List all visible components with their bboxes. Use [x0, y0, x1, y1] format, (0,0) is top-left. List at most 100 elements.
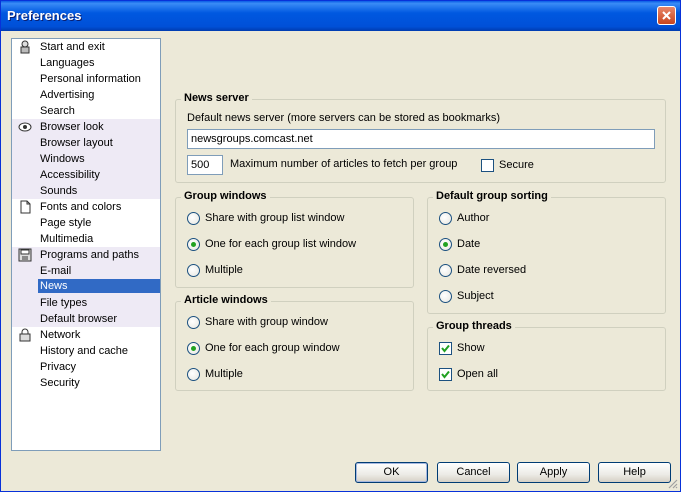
- category-advertising[interactable]: Advertising: [12, 87, 160, 103]
- category-label: Sounds: [40, 185, 78, 197]
- article-windows-one-each-radio[interactable]: [187, 342, 200, 355]
- article-windows-one-each-label: One for each group window: [205, 342, 340, 354]
- person-icon: [20, 40, 30, 54]
- show-threads-checkbox[interactable]: [439, 342, 452, 355]
- category-label: E-mail: [40, 265, 72, 277]
- category-network[interactable]: Network: [12, 327, 160, 343]
- secure-label: Secure: [499, 159, 534, 171]
- news-server-legend: News server: [181, 92, 252, 104]
- cancel-button[interactable]: Cancel: [437, 462, 510, 483]
- resize-grip-icon[interactable]: [666, 477, 678, 489]
- category-label: Search: [40, 105, 75, 117]
- sort-author-radio[interactable]: [439, 212, 452, 225]
- category-search[interactable]: Search: [12, 103, 160, 119]
- show-threads-label: Show: [457, 342, 485, 354]
- article-windows-share-radio[interactable]: [187, 316, 200, 329]
- sort-date-label: Date: [457, 238, 481, 250]
- checkmark-icon: [441, 370, 450, 379]
- category-file-types[interactable]: File types: [12, 295, 160, 311]
- category-fonts-and-colors[interactable]: Fonts and colors: [12, 199, 160, 215]
- category-label: Browser look: [40, 121, 104, 133]
- sort-author-label: Author: [457, 212, 490, 224]
- max-articles-label: Maximum number of articles to fetch per …: [230, 158, 458, 170]
- document-icon: [20, 200, 31, 214]
- category-sounds[interactable]: Sounds: [12, 183, 160, 199]
- group-windows-group: Group windows Share with group list wind…: [175, 190, 414, 288]
- window-title: Preferences: [7, 8, 82, 23]
- category-label: History and cache: [40, 345, 129, 357]
- category-label: Accessibility: [40, 169, 100, 181]
- article-windows-share-label: Share with group window: [205, 316, 328, 328]
- apply-button[interactable]: Apply: [517, 462, 590, 483]
- category-label: Multimedia: [40, 233, 94, 245]
- news-server-input[interactable]: newsgroups.comcast.net: [187, 129, 655, 149]
- article-windows-group: Article windows Share with group window …: [175, 294, 414, 391]
- category-security[interactable]: Security: [12, 375, 160, 391]
- category-default-browser[interactable]: Default browser: [12, 311, 160, 327]
- sort-date-radio[interactable]: [439, 238, 452, 251]
- category-privacy[interactable]: Privacy: [12, 359, 160, 375]
- preferences-category-list[interactable]: Start and exit Languages Personal inform…: [11, 38, 161, 451]
- eye-icon: [18, 122, 32, 132]
- category-history-and-cache[interactable]: History and cache: [12, 343, 160, 359]
- close-button[interactable]: [657, 6, 676, 25]
- default-group-sorting-group: Default group sorting Author Date Date r…: [427, 190, 666, 314]
- preferences-dialog: Preferences Start and exit Languages Per…: [0, 0, 681, 492]
- group-windows-one-each-radio[interactable]: [187, 238, 200, 251]
- category-accessibility[interactable]: Accessibility: [12, 167, 160, 183]
- disk-icon: [18, 248, 32, 262]
- open-all-checkbox[interactable]: [439, 368, 452, 381]
- title-bar[interactable]: Preferences: [1, 1, 680, 31]
- category-multimedia[interactable]: Multimedia: [12, 231, 160, 247]
- group-threads-group: Group threads Show Open all: [427, 320, 666, 391]
- category-label: Security: [40, 377, 80, 389]
- category-start-and-exit[interactable]: Start and exit: [12, 39, 160, 55]
- category-label: Advertising: [40, 89, 95, 101]
- category-page-style[interactable]: Page style: [12, 215, 160, 231]
- sort-subject-radio[interactable]: [439, 290, 452, 303]
- ok-button[interactable]: OK: [355, 462, 428, 483]
- group-windows-legend: Group windows: [181, 190, 270, 202]
- news-server-description: Default news server (more servers can be…: [187, 112, 501, 124]
- category-label: Browser layout: [40, 137, 113, 149]
- category-browser-layout[interactable]: Browser layout: [12, 135, 160, 151]
- category-news[interactable]: News: [12, 279, 160, 295]
- article-windows-multiple-label: Multiple: [205, 368, 243, 380]
- category-label: News: [38, 279, 160, 293]
- category-programs-and-paths[interactable]: Programs and paths: [12, 247, 160, 263]
- category-label: Network: [40, 329, 81, 341]
- category-label: Programs and paths: [40, 249, 140, 261]
- category-label: Default browser: [40, 313, 118, 325]
- category-label: File types: [40, 297, 88, 309]
- group-windows-share-radio[interactable]: [187, 212, 200, 225]
- sort-date-reversed-label: Date reversed: [457, 264, 527, 276]
- help-button[interactable]: Help: [598, 462, 671, 483]
- article-windows-multiple-radio[interactable]: [187, 368, 200, 381]
- group-threads-legend: Group threads: [433, 320, 515, 332]
- category-label: Privacy: [40, 361, 77, 373]
- group-windows-share-label: Share with group list window: [205, 212, 345, 224]
- group-windows-multiple-radio[interactable]: [187, 264, 200, 277]
- category-label: Start and exit: [40, 41, 105, 53]
- category-label: Languages: [40, 57, 95, 69]
- category-label: Personal information: [40, 73, 141, 85]
- open-all-label: Open all: [457, 368, 498, 380]
- group-windows-multiple-label: Multiple: [205, 264, 243, 276]
- category-personal-information[interactable]: Personal information: [12, 71, 160, 87]
- category-languages[interactable]: Languages: [12, 55, 160, 71]
- article-windows-legend: Article windows: [181, 294, 271, 306]
- close-icon: [662, 11, 671, 20]
- secure-checkbox[interactable]: [481, 159, 494, 172]
- category-label: Page style: [40, 217, 92, 229]
- news-server-group: News server Default news server (more se…: [175, 92, 666, 183]
- category-e-mail[interactable]: E-mail: [12, 263, 160, 279]
- category-windows[interactable]: Windows: [12, 151, 160, 167]
- sort-date-reversed-radio[interactable]: [439, 264, 452, 277]
- lock-icon: [19, 328, 31, 342]
- category-label: Fonts and colors: [40, 201, 122, 213]
- category-browser-look[interactable]: Browser look: [12, 119, 160, 135]
- group-windows-one-each-label: One for each group list window: [205, 238, 357, 250]
- category-label: Windows: [40, 153, 85, 165]
- max-articles-input[interactable]: 500: [187, 155, 223, 175]
- default-group-sorting-legend: Default group sorting: [433, 190, 551, 202]
